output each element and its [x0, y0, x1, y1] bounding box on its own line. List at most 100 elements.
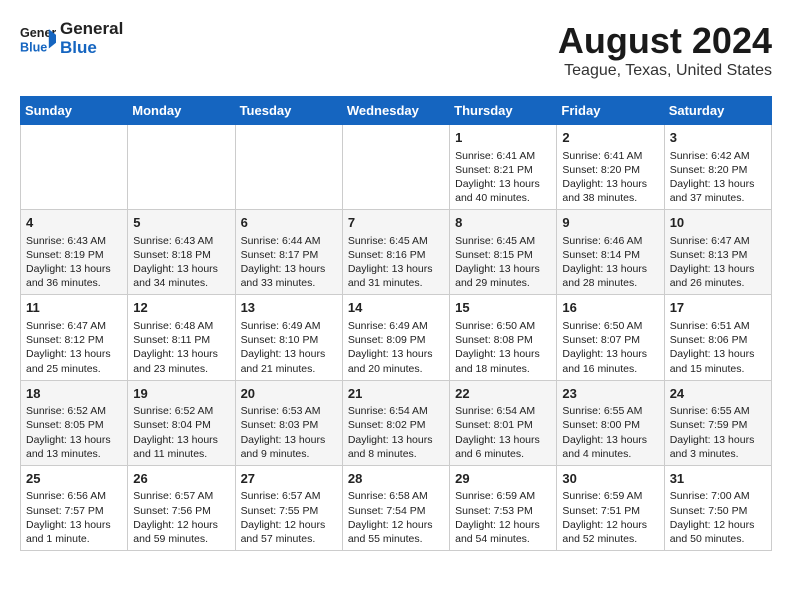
- day-number: 21: [348, 385, 444, 403]
- day-number: 30: [562, 470, 658, 488]
- day-number: 1: [455, 129, 551, 147]
- page-subtitle: Teague, Texas, United States: [558, 62, 772, 80]
- day-number: 26: [133, 470, 229, 488]
- day-number: 27: [241, 470, 337, 488]
- day-content: Sunrise: 6:54 AM Sunset: 8:02 PM Dayligh…: [348, 404, 444, 461]
- calendar-cell: [21, 125, 128, 210]
- day-content: Sunrise: 6:59 AM Sunset: 7:53 PM Dayligh…: [455, 489, 551, 546]
- day-number: 18: [26, 385, 122, 403]
- logo-blue: Blue: [60, 39, 123, 58]
- day-content: Sunrise: 6:47 AM Sunset: 8:13 PM Dayligh…: [670, 234, 766, 291]
- day-number: 31: [670, 470, 766, 488]
- calendar-cell: 21Sunrise: 6:54 AM Sunset: 8:02 PM Dayli…: [342, 380, 449, 465]
- logo: General Blue General Blue: [20, 20, 123, 57]
- day-number: 13: [241, 299, 337, 317]
- calendar-cell: 20Sunrise: 6:53 AM Sunset: 8:03 PM Dayli…: [235, 380, 342, 465]
- day-number: 7: [348, 214, 444, 232]
- day-number: 17: [670, 299, 766, 317]
- column-header-monday: Monday: [128, 97, 235, 125]
- day-number: 4: [26, 214, 122, 232]
- column-header-thursday: Thursday: [450, 97, 557, 125]
- day-number: 11: [26, 299, 122, 317]
- calendar-cell: 30Sunrise: 6:59 AM Sunset: 7:51 PM Dayli…: [557, 465, 664, 550]
- day-number: 2: [562, 129, 658, 147]
- day-content: Sunrise: 6:42 AM Sunset: 8:20 PM Dayligh…: [670, 149, 766, 206]
- day-content: Sunrise: 6:41 AM Sunset: 8:20 PM Dayligh…: [562, 149, 658, 206]
- day-number: 10: [670, 214, 766, 232]
- column-header-sunday: Sunday: [21, 97, 128, 125]
- day-content: Sunrise: 6:59 AM Sunset: 7:51 PM Dayligh…: [562, 489, 658, 546]
- calendar-week-row: 18Sunrise: 6:52 AM Sunset: 8:05 PM Dayli…: [21, 380, 772, 465]
- calendar-cell: 9 Sunrise: 6:46 AM Sunset: 8:14 PM Daylig…: [557, 210, 664, 295]
- calendar-cell: 17 Sunrise: 6:51 AM Sunset: 8:06 PM Dayli…: [664, 295, 771, 380]
- calendar-cell: 4 Sunrise: 6:43 AM Sunset: 8:19 PM Daylig…: [21, 210, 128, 295]
- calendar-cell: 1 Sunrise: 6:41 AM Sunset: 8:21 PM Daylig…: [450, 125, 557, 210]
- day-number: 3: [670, 129, 766, 147]
- calendar-cell: 7 Sunrise: 6:45 AM Sunset: 8:16 PM Daylig…: [342, 210, 449, 295]
- day-content: Sunrise: 6:46 AM Sunset: 8:14 PM Dayligh…: [562, 234, 658, 291]
- calendar-cell: [235, 125, 342, 210]
- svg-text:Blue: Blue: [20, 40, 47, 54]
- calendar-cell: [128, 125, 235, 210]
- day-number: 14: [348, 299, 444, 317]
- day-number: 5: [133, 214, 229, 232]
- calendar-cell: 14 Sunrise: 6:49 AM Sunset: 8:09 PM Dayli…: [342, 295, 449, 380]
- day-content: Sunrise: 7:00 AM Sunset: 7:50 PM Dayligh…: [670, 489, 766, 546]
- day-content: Sunrise: 6:54 AM Sunset: 8:01 PM Dayligh…: [455, 404, 551, 461]
- calendar-cell: 2 Sunrise: 6:41 AM Sunset: 8:20 PM Daylig…: [557, 125, 664, 210]
- calendar-cell: 12Sunrise: 6:48 AM Sunset: 8:11 PM Dayli…: [128, 295, 235, 380]
- column-header-tuesday: Tuesday: [235, 97, 342, 125]
- day-content: Sunrise: 6:49 AM Sunset: 8:09 PM Dayligh…: [348, 319, 444, 376]
- day-content: Sunrise: 6:44 AM Sunset: 8:17 PM Dayligh…: [241, 234, 337, 291]
- day-number: 12: [133, 299, 229, 317]
- calendar-cell: 16 Sunrise: 6:50 AM Sunset: 8:07 PM Dayli…: [557, 295, 664, 380]
- day-content: Sunrise: 6:53 AM Sunset: 8:03 PM Dayligh…: [241, 404, 337, 461]
- calendar-cell: 13Sunrise: 6:49 AM Sunset: 8:10 PM Dayli…: [235, 295, 342, 380]
- day-number: 29: [455, 470, 551, 488]
- calendar-table: SundayMondayTuesdayWednesdayThursdayFrid…: [20, 96, 772, 551]
- day-number: 22: [455, 385, 551, 403]
- column-header-saturday: Saturday: [664, 97, 771, 125]
- calendar-cell: 23Sunrise: 6:55 AM Sunset: 8:00 PM Dayli…: [557, 380, 664, 465]
- day-content: Sunrise: 6:55 AM Sunset: 8:00 PM Dayligh…: [562, 404, 658, 461]
- day-content: Sunrise: 6:51 AM Sunset: 8:06 PM Dayligh…: [670, 319, 766, 376]
- day-content: Sunrise: 6:50 AM Sunset: 8:07 PM Dayligh…: [562, 319, 658, 376]
- calendar-cell: [342, 125, 449, 210]
- day-number: 9: [562, 214, 658, 232]
- calendar-week-row: 4 Sunrise: 6:43 AM Sunset: 8:19 PM Daylig…: [21, 210, 772, 295]
- day-content: Sunrise: 6:45 AM Sunset: 8:16 PM Dayligh…: [348, 234, 444, 291]
- day-content: Sunrise: 6:47 AM Sunset: 8:12 PM Dayligh…: [26, 319, 122, 376]
- calendar-cell: 28Sunrise: 6:58 AM Sunset: 7:54 PM Dayli…: [342, 465, 449, 550]
- calendar-week-row: 1 Sunrise: 6:41 AM Sunset: 8:21 PM Daylig…: [21, 125, 772, 210]
- day-number: 25: [26, 470, 122, 488]
- day-content: Sunrise: 6:58 AM Sunset: 7:54 PM Dayligh…: [348, 489, 444, 546]
- title-area: August 2024 Teague, Texas, United States: [558, 20, 772, 80]
- day-number: 6: [241, 214, 337, 232]
- day-number: 19: [133, 385, 229, 403]
- day-content: Sunrise: 6:52 AM Sunset: 8:05 PM Dayligh…: [26, 404, 122, 461]
- day-content: Sunrise: 6:43 AM Sunset: 8:18 PM Dayligh…: [133, 234, 229, 291]
- calendar-cell: 25Sunrise: 6:56 AM Sunset: 7:57 PM Dayli…: [21, 465, 128, 550]
- calendar-cell: 22Sunrise: 6:54 AM Sunset: 8:01 PM Dayli…: [450, 380, 557, 465]
- day-number: 8: [455, 214, 551, 232]
- calendar-cell: 3 Sunrise: 6:42 AM Sunset: 8:20 PM Daylig…: [664, 125, 771, 210]
- day-content: Sunrise: 6:52 AM Sunset: 8:04 PM Dayligh…: [133, 404, 229, 461]
- day-number: 16: [562, 299, 658, 317]
- calendar-cell: 29Sunrise: 6:59 AM Sunset: 7:53 PM Dayli…: [450, 465, 557, 550]
- day-content: Sunrise: 6:57 AM Sunset: 7:55 PM Dayligh…: [241, 489, 337, 546]
- day-content: Sunrise: 6:55 AM Sunset: 7:59 PM Dayligh…: [670, 404, 766, 461]
- calendar-header-row: SundayMondayTuesdayWednesdayThursdayFrid…: [21, 97, 772, 125]
- day-number: 20: [241, 385, 337, 403]
- day-content: Sunrise: 6:56 AM Sunset: 7:57 PM Dayligh…: [26, 489, 122, 546]
- day-content: Sunrise: 6:57 AM Sunset: 7:56 PM Dayligh…: [133, 489, 229, 546]
- day-content: Sunrise: 6:45 AM Sunset: 8:15 PM Dayligh…: [455, 234, 551, 291]
- page-header: General Blue General Blue August 2024 Te…: [20, 20, 772, 80]
- day-content: Sunrise: 6:43 AM Sunset: 8:19 PM Dayligh…: [26, 234, 122, 291]
- calendar-cell: 11 Sunrise: 6:47 AM Sunset: 8:12 PM Dayli…: [21, 295, 128, 380]
- page-title: August 2024: [558, 20, 772, 62]
- day-number: 28: [348, 470, 444, 488]
- day-content: Sunrise: 6:41 AM Sunset: 8:21 PM Dayligh…: [455, 149, 551, 206]
- day-content: Sunrise: 6:50 AM Sunset: 8:08 PM Dayligh…: [455, 319, 551, 376]
- calendar-cell: 31Sunrise: 7:00 AM Sunset: 7:50 PM Dayli…: [664, 465, 771, 550]
- calendar-cell: 5 Sunrise: 6:43 AM Sunset: 8:18 PM Daylig…: [128, 210, 235, 295]
